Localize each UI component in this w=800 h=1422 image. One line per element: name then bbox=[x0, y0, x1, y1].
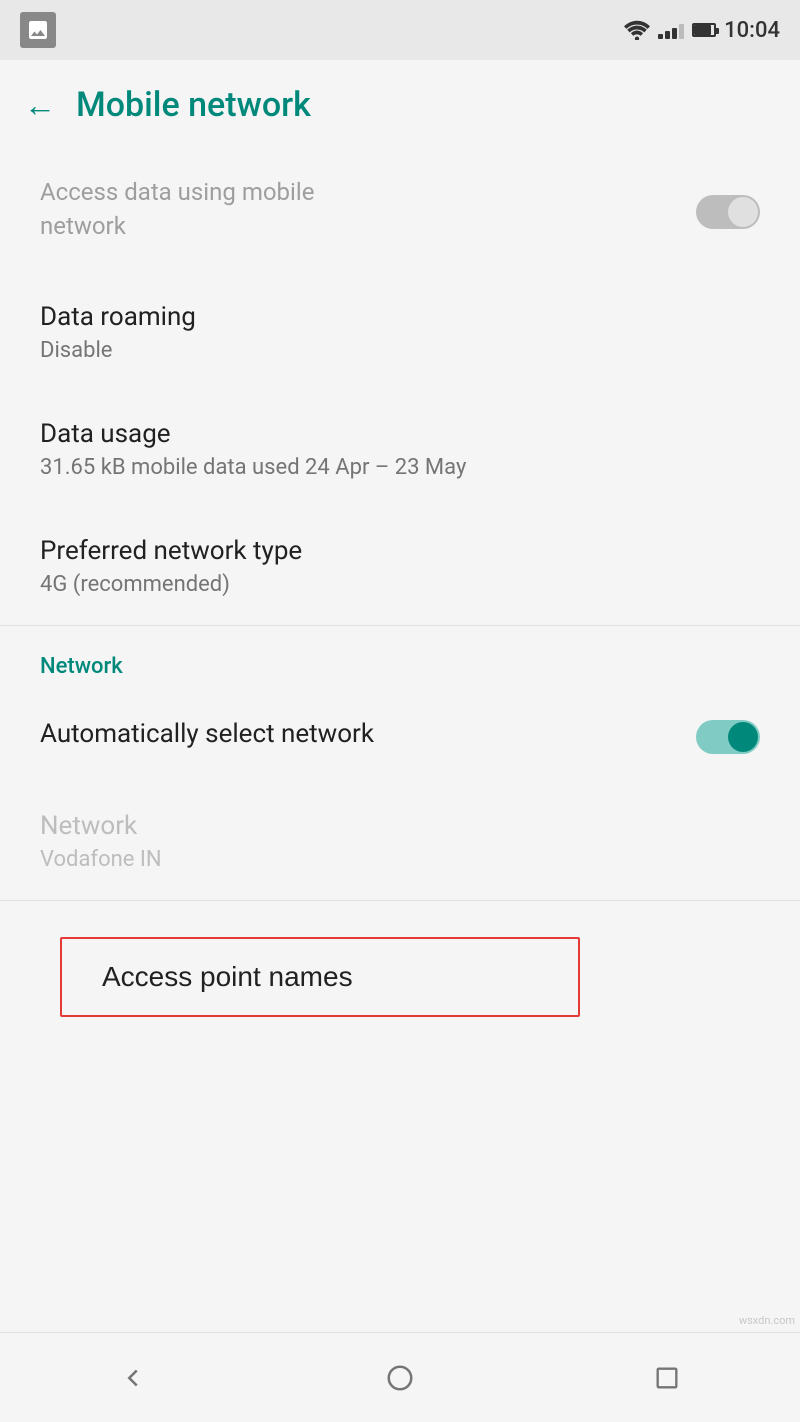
auto-select-label: Automatically select network bbox=[40, 719, 374, 749]
preferred-network-value: 4G (recommended) bbox=[40, 572, 760, 597]
wifi-icon bbox=[624, 20, 650, 40]
network-section-header: Network bbox=[0, 626, 800, 691]
status-time: 10:04 bbox=[724, 18, 780, 43]
nav-back-button[interactable] bbox=[113, 1358, 153, 1398]
access-data-toggle[interactable] bbox=[696, 195, 760, 229]
data-usage-value: 31.65 kB mobile data used 24 Apr – 23 Ma… bbox=[40, 455, 760, 480]
data-roaming-value: Disable bbox=[40, 338, 760, 363]
network-provider-value: Vodafone IN bbox=[40, 847, 760, 872]
page-header: ← Mobile network bbox=[0, 60, 800, 150]
setting-access-data[interactable]: Access data using mobile network bbox=[0, 150, 800, 274]
status-bar: 10:04 bbox=[0, 0, 800, 60]
setting-preferred-network[interactable]: Preferred network type 4G (recommended) bbox=[0, 508, 800, 625]
gallery-icon bbox=[20, 12, 56, 48]
signal-icon bbox=[658, 21, 684, 39]
nav-bar bbox=[0, 1332, 800, 1422]
watermark: wsxdn.com bbox=[739, 1314, 795, 1327]
setting-auto-select-network[interactable]: Automatically select network bbox=[0, 691, 800, 783]
setting-network-provider: Network Vodafone IN bbox=[0, 783, 800, 900]
auto-select-toggle[interactable] bbox=[696, 720, 760, 754]
status-bar-right: 10:04 bbox=[624, 18, 780, 43]
data-usage-label: Data usage bbox=[40, 419, 760, 449]
back-button[interactable]: ← bbox=[24, 86, 56, 124]
apn-section: Access point names bbox=[0, 901, 800, 1053]
nav-recent-button[interactable] bbox=[647, 1358, 687, 1398]
battery-icon bbox=[692, 23, 716, 37]
status-bar-left bbox=[20, 12, 56, 48]
network-provider-label: Network bbox=[40, 811, 760, 841]
access-point-names-button[interactable]: Access point names bbox=[60, 937, 580, 1017]
nav-home-button[interactable] bbox=[380, 1358, 420, 1398]
preferred-network-label: Preferred network type bbox=[40, 536, 760, 566]
setting-access-data-text: Access data using mobile network bbox=[40, 178, 314, 246]
data-roaming-label: Data roaming bbox=[40, 302, 760, 332]
page-title: Mobile network bbox=[76, 85, 311, 125]
setting-data-usage[interactable]: Data usage 31.65 kB mobile data used 24 … bbox=[0, 391, 800, 508]
settings-content: Access data using mobile network Data ro… bbox=[0, 150, 800, 1053]
setting-data-roaming[interactable]: Data roaming Disable bbox=[0, 274, 800, 391]
